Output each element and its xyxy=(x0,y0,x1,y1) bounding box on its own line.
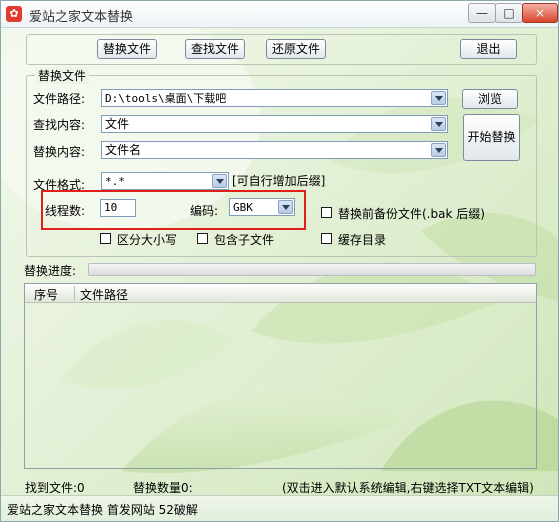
maximize-button[interactable]: □ xyxy=(495,3,523,23)
result-list[interactable]: 序号 文件路径 xyxy=(24,283,537,469)
cache-dir-checkbox[interactable] xyxy=(321,233,332,244)
case-sensitive-label: 区分大小写 xyxy=(117,233,178,247)
replace-content-combo[interactable]: 文件名 xyxy=(101,141,448,159)
col-number-header[interactable]: 序号 xyxy=(34,286,58,303)
file-path-value: D:\tools\桌面\下载吧 xyxy=(105,92,227,105)
file-path-label: 文件路径: xyxy=(33,92,86,106)
backup-label: 替换前备份文件(.bak 后缀) xyxy=(338,207,485,221)
browse-button[interactable]: 浏览 xyxy=(462,89,518,109)
file-format-hint: [可自行增加后缀] xyxy=(232,174,326,188)
exit-button[interactable]: 退出 xyxy=(460,39,517,59)
file-path-combo[interactable]: D:\tools\桌面\下载吧 xyxy=(101,89,448,107)
cache-dir-label: 缓存目录 xyxy=(338,233,387,247)
chevron-down-icon[interactable] xyxy=(431,117,446,131)
footer-text: 爱站之家文本替换 首发网站 52破解 xyxy=(7,503,198,517)
find-content-label: 查找内容: xyxy=(33,118,86,132)
file-format-value: *.* xyxy=(105,175,125,188)
status-bar: 爱站之家文本替换 首发网站 52破解 xyxy=(1,495,558,521)
title-bar: ✿ 爱站之家文本替换 — □ × xyxy=(1,1,558,28)
backup-checkbox[interactable] xyxy=(321,207,332,218)
highlight-box xyxy=(41,190,306,230)
find-files-button[interactable]: 查找文件 xyxy=(185,39,245,59)
restore-files-button[interactable]: 还原文件 xyxy=(266,39,326,59)
replace-content-label: 替换内容: xyxy=(33,145,86,159)
column-divider[interactable] xyxy=(74,286,75,300)
app-window: ✿ 爱站之家文本替换 — □ × 替换文件 查找文件 还原文件 退出 替换文件 … xyxy=(0,0,559,522)
replace-files-button[interactable]: 替换文件 xyxy=(97,39,157,59)
progress-label: 替换进度: xyxy=(24,264,77,278)
find-content-combo[interactable]: 文件 xyxy=(101,115,448,133)
edit-hint: (双击进入默认系统编辑,右键选择TXT文本编辑) xyxy=(282,481,534,495)
window-title: 爱站之家文本替换 xyxy=(29,10,134,25)
chevron-down-icon[interactable] xyxy=(212,174,227,188)
replace-progress-bar xyxy=(88,263,536,276)
replace-group-legend: 替换文件 xyxy=(35,67,90,84)
found-count: 找到文件:0 xyxy=(25,481,85,495)
replace-content-value: 文件名 xyxy=(105,143,142,157)
close-button[interactable]: × xyxy=(522,3,558,23)
list-header: 序号 文件路径 xyxy=(25,284,536,303)
case-sensitive-checkbox[interactable] xyxy=(100,233,111,244)
app-icon: ✿ xyxy=(6,6,22,22)
file-format-combo[interactable]: *.* xyxy=(101,172,229,190)
chevron-down-icon[interactable] xyxy=(431,91,446,105)
replaced-count: 替换数量0: xyxy=(133,481,193,495)
chevron-down-icon[interactable] xyxy=(431,143,446,157)
start-replace-button[interactable]: 开始替换 xyxy=(463,114,520,161)
col-path-header[interactable]: 文件路径 xyxy=(80,286,128,303)
find-content-value: 文件 xyxy=(105,117,130,131)
minimize-button[interactable]: — xyxy=(468,3,496,23)
include-subfolders-label: 包含子文件 xyxy=(214,233,275,247)
include-subfolders-checkbox[interactable] xyxy=(197,233,208,244)
